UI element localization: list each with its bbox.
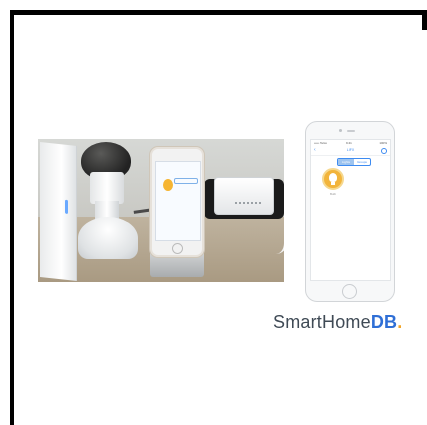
photo-phone xyxy=(150,147,204,257)
frame-right-border xyxy=(422,10,427,30)
app-title: LIFX xyxy=(346,148,355,152)
segmented-control: Lights Groups xyxy=(337,158,371,166)
lightbulb-icon xyxy=(163,179,173,191)
hub-vents xyxy=(235,202,261,207)
brand-prefix: SmartHome xyxy=(273,312,371,332)
brand-suffix: DB xyxy=(370,312,398,332)
bulb-neck xyxy=(90,172,124,204)
device-label: Bulb xyxy=(329,192,336,196)
white-cable xyxy=(276,184,284,254)
brand-dot: . xyxy=(397,312,403,332)
mini-segmented-control xyxy=(174,178,198,184)
product-photo xyxy=(38,139,284,282)
tab-lights[interactable]: Lights xyxy=(338,159,354,165)
router-led xyxy=(65,199,68,214)
photo-phone-screen xyxy=(155,161,201,241)
app-screen: ••••• Telco 9:41 100% ‹ LIFX Lights Grou… xyxy=(310,139,391,281)
hub-device xyxy=(214,177,274,215)
brand-logo: SmartHomeDB. xyxy=(273,312,402,333)
router xyxy=(40,142,77,281)
lightbulb-icon[interactable] xyxy=(322,168,344,190)
camera-icon xyxy=(339,129,342,132)
tab-groups[interactable]: Groups xyxy=(354,159,370,165)
frame-top-border xyxy=(10,10,427,15)
frame-left-border xyxy=(10,10,14,425)
phone-mockup: ••••• Telco 9:41 100% ‹ LIFX Lights Grou… xyxy=(305,121,395,302)
home-button-icon[interactable] xyxy=(342,284,357,299)
gear-icon[interactable] xyxy=(381,148,387,154)
bulb-base xyxy=(78,217,138,259)
app-nav-bar: ‹ LIFX xyxy=(311,146,390,156)
speaker-grille xyxy=(347,130,355,132)
home-button-icon xyxy=(172,243,183,254)
